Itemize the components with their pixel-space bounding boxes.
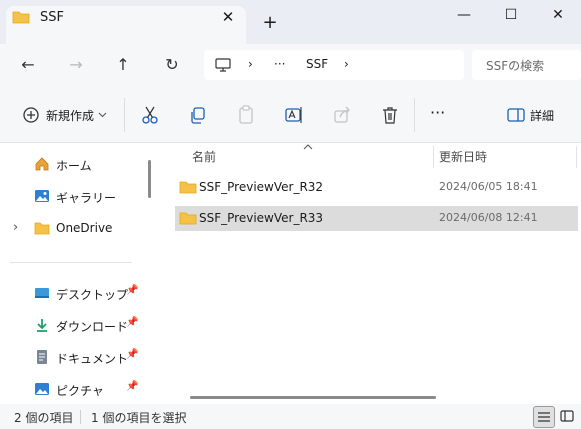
delete-icon[interactable] [379,104,401,126]
rename-icon[interactable] [283,104,305,126]
gallery-icon [35,190,49,202]
pictures-icon [35,383,49,395]
pin-icon: 📌 [126,381,139,392]
sidebar-divider [10,262,132,263]
column-divider[interactable] [576,146,577,168]
status-divider [80,410,81,424]
sort-ascending-icon [303,144,313,150]
sidebar-item-desktop[interactable]: デスクトップ 📌 [30,279,150,307]
column-header-date[interactable]: 更新日時 [439,148,487,165]
toolbar-divider [414,98,415,132]
file-date: 2024/06/08 12:41 [439,211,538,224]
pin-icon: 📌 [126,285,139,296]
tiles-view-icon [560,410,574,422]
pin-icon: 📌 [126,349,139,360]
column-header-name[interactable]: 名前 [192,148,216,165]
download-icon [37,319,47,332]
sidebar-item-documents[interactable]: ドキュメント 📌 [30,343,150,371]
selected-count: 1 個の項目を選択 [91,411,187,425]
sidebar-item-label: ホーム [56,159,92,173]
breadcrumb-current-folder[interactable]: SSF [306,57,328,71]
details-pane-icon [507,108,525,122]
breadcrumb-chevron-icon[interactable]: › [248,57,253,71]
pin-icon: 📌 [126,317,139,328]
horizontal-scrollbar[interactable] [190,396,436,399]
forward-button[interactable]: → [61,50,91,80]
folder-icon [34,222,50,235]
file-row-selected[interactable]: SSF_PreviewVer_R33 2024/06/08 12:41 [175,206,578,231]
file-row[interactable]: SSF_PreviewVer_R32 2024/06/05 18:41 [175,175,578,200]
new-button[interactable]: 新規作成 [46,107,94,124]
column-divider[interactable] [433,146,434,168]
tab-close-icon[interactable]: ✕ [216,5,240,29]
sidebar-item-pictures[interactable]: ピクチャ 📌 [30,375,150,403]
sidebar-item-onedrive[interactable]: OneDrive [30,214,150,242]
expand-chevron-icon[interactable]: › [13,220,18,235]
chevron-down-icon [98,112,107,118]
search-input[interactable]: SSFの検索 [486,57,544,74]
file-name: SSF_PreviewVer_R33 [199,211,324,225]
breadcrumb-more[interactable]: ··· [274,57,285,71]
file-name: SSF_PreviewVer_R32 [199,180,324,194]
share-icon[interactable] [331,104,353,126]
status-bar [0,404,581,429]
back-button[interactable]: ← [13,50,43,80]
folder-icon [12,11,30,24]
maximize-button[interactable]: ☐ [488,0,534,32]
new-plus-icon [23,107,39,123]
close-button[interactable]: ✕ [535,0,581,32]
folder-icon [179,212,197,225]
document-icon [37,350,47,364]
cut-icon[interactable] [139,104,161,126]
copy-icon[interactable] [187,104,209,126]
desktop-icon [35,288,49,298]
new-tab-button[interactable]: + [258,11,282,35]
sidebar-item-downloads[interactable]: ダウンロード 📌 [30,311,150,339]
breadcrumb-chevron-icon[interactable]: › [344,57,349,71]
list-view-icon [538,412,550,422]
paste-icon[interactable] [235,104,257,126]
item-count: 2 個の項目 [14,411,74,425]
toolbar-divider [124,98,125,132]
sidebar-item-gallery[interactable]: ギャラリー [30,182,150,210]
home-icon [35,157,49,171]
sidebar-item-label: ドキュメント [56,352,129,366]
tab-title: SSF [40,10,64,25]
details-button[interactable]: 詳細 [530,107,554,124]
sidebar-item-label: ピクチャ [56,384,104,398]
computer-icon [215,58,231,72]
sidebar-item-label: デスクトップ [56,288,129,302]
sidebar-item-label: OneDrive [56,221,113,235]
more-options-button[interactable]: ··· [430,103,445,122]
minimize-button[interactable]: — [441,0,487,32]
details-view-button[interactable] [533,406,555,428]
sidebar-item-home[interactable]: ホーム [30,150,150,178]
sidebar-item-label: ギャラリー [56,191,117,205]
folder-icon [179,181,197,194]
address-bar[interactable] [204,50,464,80]
tiles-view-button[interactable] [557,406,577,426]
file-date: 2024/06/05 18:41 [439,180,538,193]
up-button[interactable]: ↑ [108,50,138,80]
sidebar-scrollbar[interactable] [148,160,151,198]
sidebar-item-label: ダウンロード [56,320,129,334]
refresh-button[interactable]: ↻ [157,50,187,80]
